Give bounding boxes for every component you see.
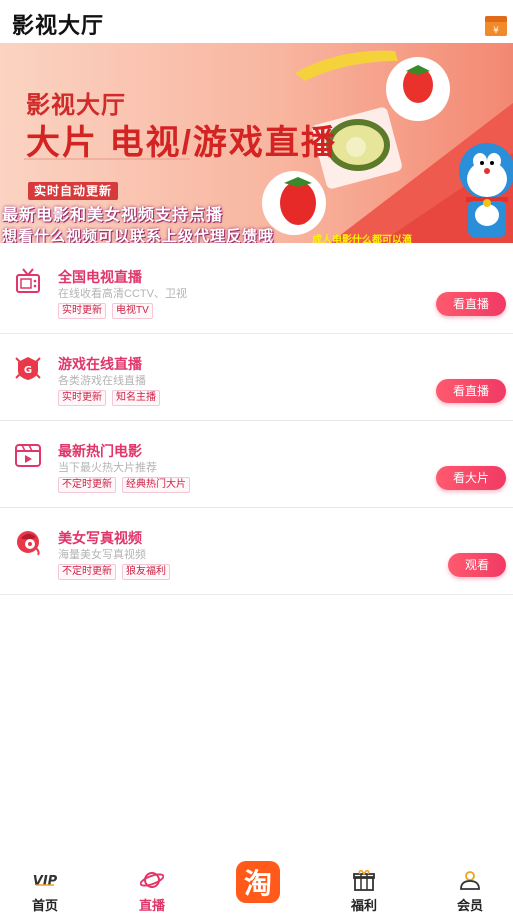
item-title: 全国电视直播 bbox=[58, 269, 142, 285]
nav-item-taobao[interactable]: 淘 bbox=[228, 860, 288, 919]
svg-text:淘: 淘 bbox=[244, 867, 272, 900]
vip-icon: VIP bbox=[33, 874, 57, 889]
list-item-game[interactable]: G 游戏在线直播 各类游戏在线直播 实时更新 知名主播 看直播 bbox=[0, 334, 513, 421]
gift-icon bbox=[353, 870, 375, 891]
wallet-icon[interactable]: ¥ bbox=[484, 14, 508, 38]
nav-item-welfare[interactable]: 福利 bbox=[334, 863, 394, 919]
item-title: 游戏在线直播 bbox=[58, 356, 142, 372]
taobao-icon: 淘 bbox=[236, 861, 280, 903]
watch-movie-button[interactable]: 看大片 bbox=[436, 466, 506, 490]
nav-item-home[interactable]: VIP 首页 bbox=[15, 863, 75, 919]
nav-item-member[interactable]: 会员 bbox=[440, 863, 500, 919]
item-tag: 经典热门大片 bbox=[122, 477, 190, 493]
watch-live-button[interactable]: 看直播 bbox=[436, 292, 506, 316]
svg-text:G: G bbox=[24, 365, 32, 376]
banner-small-note: 成人电影什么都可以滴 bbox=[312, 235, 412, 243]
item-description: 各类游戏在线直播 bbox=[58, 375, 146, 387]
nav-label-home: 首页 bbox=[31, 898, 58, 913]
nav-item-live[interactable]: 直播 bbox=[122, 863, 182, 919]
list-item-beauty[interactable]: 美女写真视频 海量美女写真视频 不定时更新 狼友福利 观看 bbox=[0, 508, 513, 595]
item-tag: 实时更新 bbox=[58, 390, 106, 406]
nav-label-member: 会员 bbox=[456, 898, 483, 913]
nav-label-welfare: 福利 bbox=[350, 898, 377, 913]
item-title: 美女写真视频 bbox=[58, 530, 142, 546]
item-description: 海量美女写真视频 bbox=[58, 549, 146, 561]
nav-label-live: 直播 bbox=[138, 898, 165, 913]
list-item-movie[interactable]: 最新热门电影 当下最火热大片推荐 不定时更新 经典热门大片 看大片 bbox=[0, 421, 513, 508]
top-bar: 影视大厅 ¥ bbox=[0, 0, 513, 43]
watch-live-button[interactable]: 看直播 bbox=[436, 379, 506, 403]
game-icon: G bbox=[15, 357, 41, 380]
banner-line-1: 最新电影和美女视频支持点播 bbox=[2, 207, 224, 224]
item-tag: 电视TV bbox=[112, 303, 153, 319]
film-icon bbox=[15, 444, 41, 467]
item-tag: 狼友福利 bbox=[122, 564, 170, 580]
tv-icon bbox=[16, 268, 40, 293]
svg-text:VIP: VIP bbox=[33, 874, 57, 889]
item-tag: 知名主播 bbox=[112, 390, 160, 406]
item-tag: 不定时更新 bbox=[58, 477, 116, 493]
planet-icon bbox=[140, 872, 164, 888]
list-item-tv[interactable]: 全国电视直播 在线收看高清CCTV、卫视 实时更新 电视TV 看直播 bbox=[0, 247, 513, 334]
item-title: 最新热门电影 bbox=[58, 443, 142, 459]
banner-line-2: 想看什么视频可以联系上级代理反馈哦 bbox=[2, 228, 275, 243]
beauty-icon bbox=[17, 531, 40, 556]
bottom-nav: VIP 首页 直播 淘 福利 会员 bbox=[0, 860, 513, 919]
item-tag: 实时更新 bbox=[58, 303, 106, 319]
item-tag: 不定时更新 bbox=[58, 564, 116, 580]
promo-banner[interactable]: 影视大厅 大片 电视/游戏直播 实时自动更新 最新电影和美女视频支持点播 想看什… bbox=[0, 43, 513, 243]
watch-button[interactable]: 观看 bbox=[448, 553, 506, 577]
banner-headline: 大片 电视/游戏直播 bbox=[26, 124, 337, 162]
item-description: 当下最火热大片推荐 bbox=[58, 462, 157, 474]
item-description: 在线收看高清CCTV、卫视 bbox=[58, 288, 187, 300]
svg-text:¥: ¥ bbox=[493, 26, 499, 36]
page-title: 影视大厅 bbox=[12, 13, 105, 38]
banner-badge: 实时自动更新 bbox=[28, 182, 119, 200]
user-icon bbox=[460, 871, 480, 890]
channel-list: 全国电视直播 在线收看高清CCTV、卫视 实时更新 电视TV 看直播 G 游戏在… bbox=[0, 247, 513, 595]
